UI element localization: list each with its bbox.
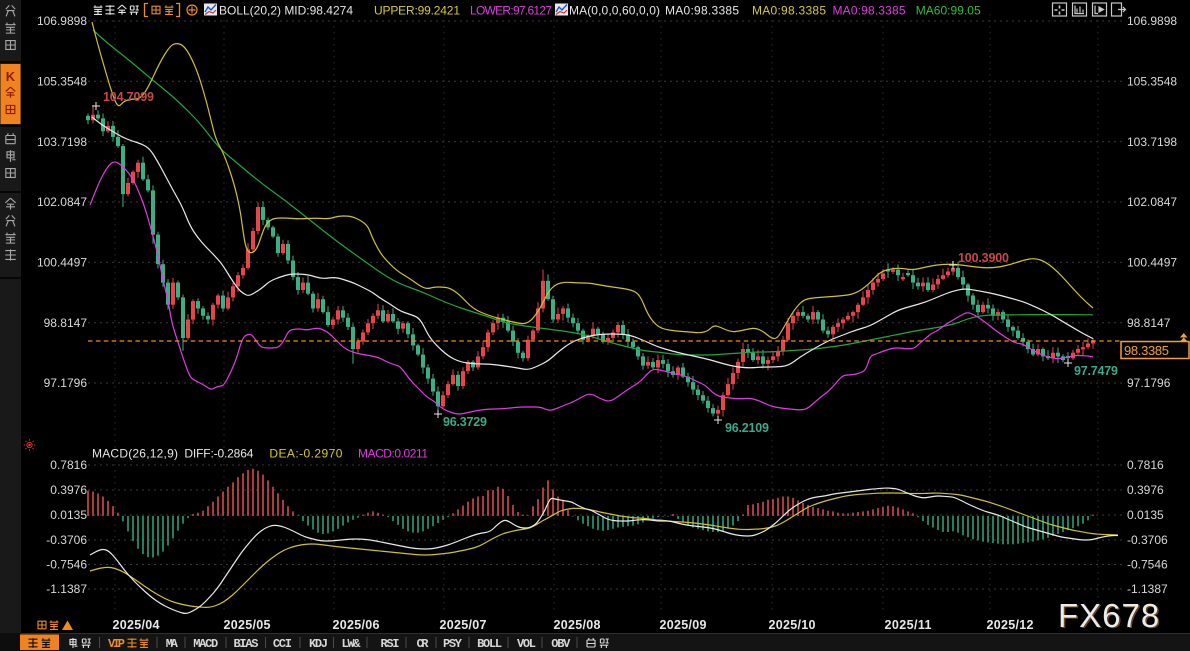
svg-text:MA0:98.3385: MA0:98.3385 (665, 4, 739, 18)
svg-text:DEA:-0.2970: DEA:-0.2970 (269, 447, 342, 461)
svg-text:2025/04: 2025/04 (113, 618, 160, 632)
svg-text:2025/07: 2025/07 (440, 618, 487, 632)
svg-text:103.7198: 103.7198 (37, 135, 87, 149)
svg-text:MA60:99.05: MA60:99.05 (916, 4, 981, 18)
svg-text:100.4497: 100.4497 (1127, 256, 1177, 270)
svg-text:MA(0,0,0,60,0,0): MA(0,0,0,60,0,0) (569, 4, 660, 18)
svg-text:100.4497: 100.4497 (37, 256, 87, 270)
svg-text:VIP: VIP (108, 637, 125, 651)
svg-text:BOLL(20,2) MID:98.4274: BOLL(20,2) MID:98.4274 (219, 4, 353, 18)
svg-text:K: K (6, 69, 16, 84)
svg-text:2025/06: 2025/06 (333, 618, 380, 632)
svg-text:102.0847: 102.0847 (1127, 195, 1177, 209)
svg-text:CR: CR (417, 637, 430, 651)
svg-text:FX678: FX678 (1058, 597, 1160, 634)
svg-text:VOL: VOL (517, 637, 536, 651)
svg-text:-0.3706: -0.3706 (46, 533, 87, 547)
svg-text:CCI: CCI (273, 637, 292, 651)
svg-text:97.1796: 97.1796 (44, 376, 88, 390)
svg-text:OBV: OBV (551, 637, 571, 651)
svg-text:105.3548: 105.3548 (1127, 75, 1177, 89)
svg-text:RSI: RSI (381, 637, 400, 651)
svg-text:2025/09: 2025/09 (660, 618, 707, 632)
svg-text:105.3548: 105.3548 (37, 75, 87, 89)
svg-text:100.3900: 100.3900 (958, 251, 1009, 265)
svg-text:97.7479: 97.7479 (1074, 364, 1118, 378)
svg-text:0.3976: 0.3976 (1127, 483, 1164, 497)
svg-text:2025/12: 2025/12 (987, 618, 1034, 632)
svg-text:DIFF:-0.2864: DIFF:-0.2864 (184, 447, 253, 461)
svg-text:96.3729: 96.3729 (443, 415, 487, 429)
svg-text:BIAS: BIAS (234, 637, 259, 651)
svg-text:106.9898: 106.9898 (37, 14, 87, 28)
svg-text:0.7816: 0.7816 (50, 458, 87, 472)
svg-text:KDJ: KDJ (309, 637, 328, 651)
svg-text:0.0135: 0.0135 (1127, 508, 1164, 522)
svg-text:-1.1387: -1.1387 (1127, 582, 1168, 596)
svg-text:98.8147: 98.8147 (1127, 316, 1171, 330)
svg-text:BOLL: BOLL (477, 637, 502, 651)
svg-text:LW&: LW& (342, 637, 362, 651)
svg-text:MACD: MACD (193, 637, 218, 651)
svg-text:-0.7546: -0.7546 (1127, 558, 1168, 572)
svg-text:MA0:98.3385: MA0:98.3385 (833, 4, 906, 18)
svg-text:-0.3706: -0.3706 (1127, 533, 1168, 547)
svg-text:PSY: PSY (443, 637, 463, 651)
svg-text:MA: MA (166, 637, 179, 651)
svg-text:98.3385: 98.3385 (1124, 343, 1169, 358)
svg-text:103.7198: 103.7198 (1127, 135, 1177, 149)
svg-text:2025/05: 2025/05 (224, 618, 271, 632)
svg-text:106.9898: 106.9898 (1127, 14, 1177, 28)
svg-text:97.1796: 97.1796 (1127, 376, 1171, 390)
svg-text:0.3976: 0.3976 (50, 483, 87, 497)
svg-text:-0.7546: -0.7546 (46, 558, 87, 572)
svg-text:-1.1387: -1.1387 (46, 582, 87, 596)
svg-text:LOWER:97.6127: LOWER:97.6127 (470, 4, 552, 18)
svg-text:98.8147: 98.8147 (44, 316, 88, 330)
svg-text:2025/08: 2025/08 (554, 618, 601, 632)
svg-text:MACD:0.0211: MACD:0.0211 (358, 447, 428, 461)
svg-text:MA0:98.3385: MA0:98.3385 (752, 4, 826, 18)
svg-text:102.0847: 102.0847 (37, 195, 87, 209)
svg-text:MACD(26,12,9): MACD(26,12,9) (92, 447, 178, 461)
svg-text:2025/11: 2025/11 (885, 618, 932, 632)
svg-text:2025/10: 2025/10 (769, 618, 816, 632)
svg-text:0.7816: 0.7816 (1127, 458, 1164, 472)
svg-text:UPPER:99.2421: UPPER:99.2421 (374, 4, 460, 18)
svg-text:104.7099: 104.7099 (103, 90, 154, 104)
svg-text:96.2109: 96.2109 (725, 421, 769, 435)
svg-text:0.0135: 0.0135 (50, 508, 87, 522)
